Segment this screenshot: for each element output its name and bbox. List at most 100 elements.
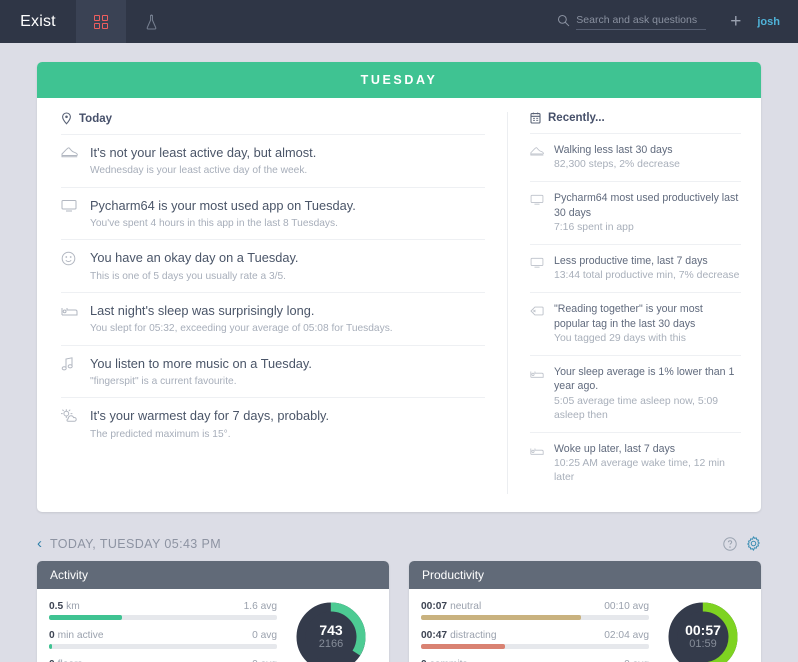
donut-value: 743 (319, 622, 343, 639)
recent-item[interactable]: "Reading together" is your most popular … (530, 292, 741, 355)
insight-title: Last night's sleep was surprisingly long… (90, 302, 315, 318)
activity-metrics: 0.5 km 1.6 avg 0 min active 0 avg (49, 601, 285, 662)
donut-secondary: 2166 (318, 638, 344, 651)
recent-title: "Reading together" is your most popular … (554, 303, 703, 330)
recent-sub: 13:44 total productive min, 7% decrease (554, 270, 740, 282)
insight-sub: The predicted maximum is 15°. (90, 428, 231, 440)
steps-donut-wrap: 743 2166 Steps (285, 601, 377, 662)
today-heading-label: Today (79, 112, 113, 125)
search-box[interactable] (557, 13, 707, 30)
insight-item[interactable]: You listen to more music on a Tuesday. "… (61, 344, 485, 398)
monitor-icon (530, 191, 544, 235)
recent-title: Your sleep average is 1% lower than 1 ye… (554, 365, 735, 393)
metric-value: 00:07 (421, 601, 448, 613)
recent-item[interactable]: Pycharm64 most used productively last 30… (530, 181, 741, 244)
metric-progress-track (421, 644, 649, 650)
insight-item[interactable]: You have an okay day on a Tuesday. This … (61, 239, 485, 292)
productive-time-donut-wrap: 00:57 01:59 Productive time (657, 601, 749, 662)
metric-value: 0.5 (49, 601, 64, 613)
recent-sub: 82,300 steps, 2% decrease (554, 159, 680, 171)
recent-item[interactable]: Walking less last 30 days 82,300 steps, … (530, 133, 741, 181)
monitor-icon (530, 254, 544, 283)
grid-icon (94, 14, 108, 29)
insight-item[interactable]: Last night's sleep was surprisingly long… (61, 291, 485, 345)
flask-icon (146, 14, 156, 30)
recent-title: Less productive time, last 7 days (554, 254, 708, 267)
tag-icon (530, 302, 544, 346)
recent-item[interactable]: Less productive time, last 7 days 13:44 … (530, 243, 741, 292)
smiley-icon (61, 250, 78, 283)
insight-title: Pycharm64 is your most used app on Tuesd… (90, 197, 356, 213)
insight-sub: You slept for 05:32, exceeding your aver… (90, 323, 393, 335)
nav-lab-button[interactable] (126, 0, 176, 43)
insight-title: It's your warmest day for 7 days, probab… (90, 408, 330, 424)
metric-progress-fill (421, 615, 581, 621)
metric-value: 00:47 (421, 630, 448, 642)
calendar-icon (530, 112, 541, 124)
recent-sub: You tagged 29 days with this (554, 332, 686, 344)
metric-row: 00:47 distracting 02:04 avg (421, 630, 649, 650)
insight-item[interactable]: It's not your least active day, but almo… (61, 134, 485, 187)
metric-average: 00:10 avg (604, 601, 649, 613)
gear-icon[interactable] (746, 536, 761, 551)
recent-sub: 10:25 AM average wake time, 12 min later (554, 457, 725, 483)
insight-item[interactable]: It's your warmest day for 7 days, probab… (60, 397, 485, 450)
user-menu[interactable]: josh (757, 16, 780, 28)
app-logo[interactable]: Exist (0, 0, 76, 43)
metric-progress-fill (49, 615, 122, 621)
metric-row: 00:07 neutral 00:10 avg (421, 601, 649, 621)
metric-progress-track (421, 615, 649, 621)
location-pin-icon (62, 112, 71, 125)
chevron-left-icon[interactable]: ‹ (37, 536, 42, 551)
card-body: Today It's not your least active day, bu… (37, 98, 761, 512)
recently-heading-label: Recently... (548, 112, 605, 124)
panel-title: Productivity (409, 561, 761, 590)
search-input[interactable] (576, 13, 707, 30)
bed-icon (61, 303, 78, 336)
metric-average: 0 avg (252, 630, 277, 642)
help-circle-icon[interactable] (723, 536, 737, 551)
recently-heading: Recently... (530, 112, 741, 133)
shoe-icon (61, 145, 78, 178)
date-navigation-bar: ‹ TODAY, TUESDAY 05:43 PM (37, 536, 761, 551)
monitor-icon (61, 198, 78, 231)
metric-row: 0 min active 0 avg (49, 630, 277, 650)
productivity-panel: Productivity 00:07 neutral 00:10 avg 00:… (409, 561, 761, 662)
metric-unit: neutral (450, 601, 482, 613)
steps-donut: 743 2166 (295, 601, 367, 662)
music-note-icon (61, 356, 78, 389)
today-column: Today It's not your least active day, bu… (37, 112, 507, 494)
insight-title: You listen to more music on a Tuesday. (90, 355, 312, 371)
productive-time-donut: 00:57 01:59 (667, 601, 739, 662)
panel-body: 0.5 km 1.6 avg 0 min active 0 avg 743 21… (37, 589, 389, 662)
activity-panel: Activity 0.5 km 1.6 avg 0 min active 0 a… (37, 561, 389, 662)
add-button[interactable]: + (730, 12, 741, 31)
nav-dashboard-button[interactable] (76, 0, 126, 43)
recent-title: Pycharm64 most used productively last 30… (554, 192, 739, 219)
nav-right-group: + josh (557, 0, 798, 43)
recently-column: Recently... Walking less last 30 days 82… (507, 112, 761, 495)
metric-progress-track (49, 615, 277, 621)
date-bar-actions (723, 536, 761, 551)
current-date-label: TODAY, TUESDAY 05:43 PM (50, 536, 222, 551)
recent-sub: 7:16 spent in app (554, 221, 634, 233)
metric-progress-fill (49, 644, 53, 650)
panel-title: Activity (37, 561, 389, 590)
insight-sub: This is one of 5 days you usually rate a… (90, 270, 286, 282)
metric-value: 0 (49, 630, 55, 642)
bed-icon (530, 442, 544, 485)
top-navigation-bar: Exist + josh (0, 0, 798, 43)
dashboard-panels: Activity 0.5 km 1.6 avg 0 min active 0 a… (37, 561, 761, 662)
shoe-icon (530, 143, 544, 172)
panel-body: 00:07 neutral 00:10 avg 00:47 distractin… (409, 589, 761, 662)
productivity-metrics: 00:07 neutral 00:10 avg 00:47 distractin… (421, 601, 657, 662)
recent-item[interactable]: Woke up later, last 7 days 10:25 AM aver… (530, 431, 741, 494)
metric-unit: distracting (450, 630, 497, 642)
metric-row: 0.5 km 1.6 avg (49, 601, 277, 621)
recent-item[interactable]: Your sleep average is 1% lower than 1 ye… (530, 354, 741, 432)
donut-secondary: 01:59 (689, 638, 717, 651)
donut-value: 00:57 (685, 622, 721, 639)
insight-item[interactable]: Pycharm64 is your most used app on Tuesd… (61, 186, 485, 240)
metric-progress-fill (421, 644, 506, 650)
insight-sub: Wednesday is your least active day of th… (90, 165, 308, 177)
